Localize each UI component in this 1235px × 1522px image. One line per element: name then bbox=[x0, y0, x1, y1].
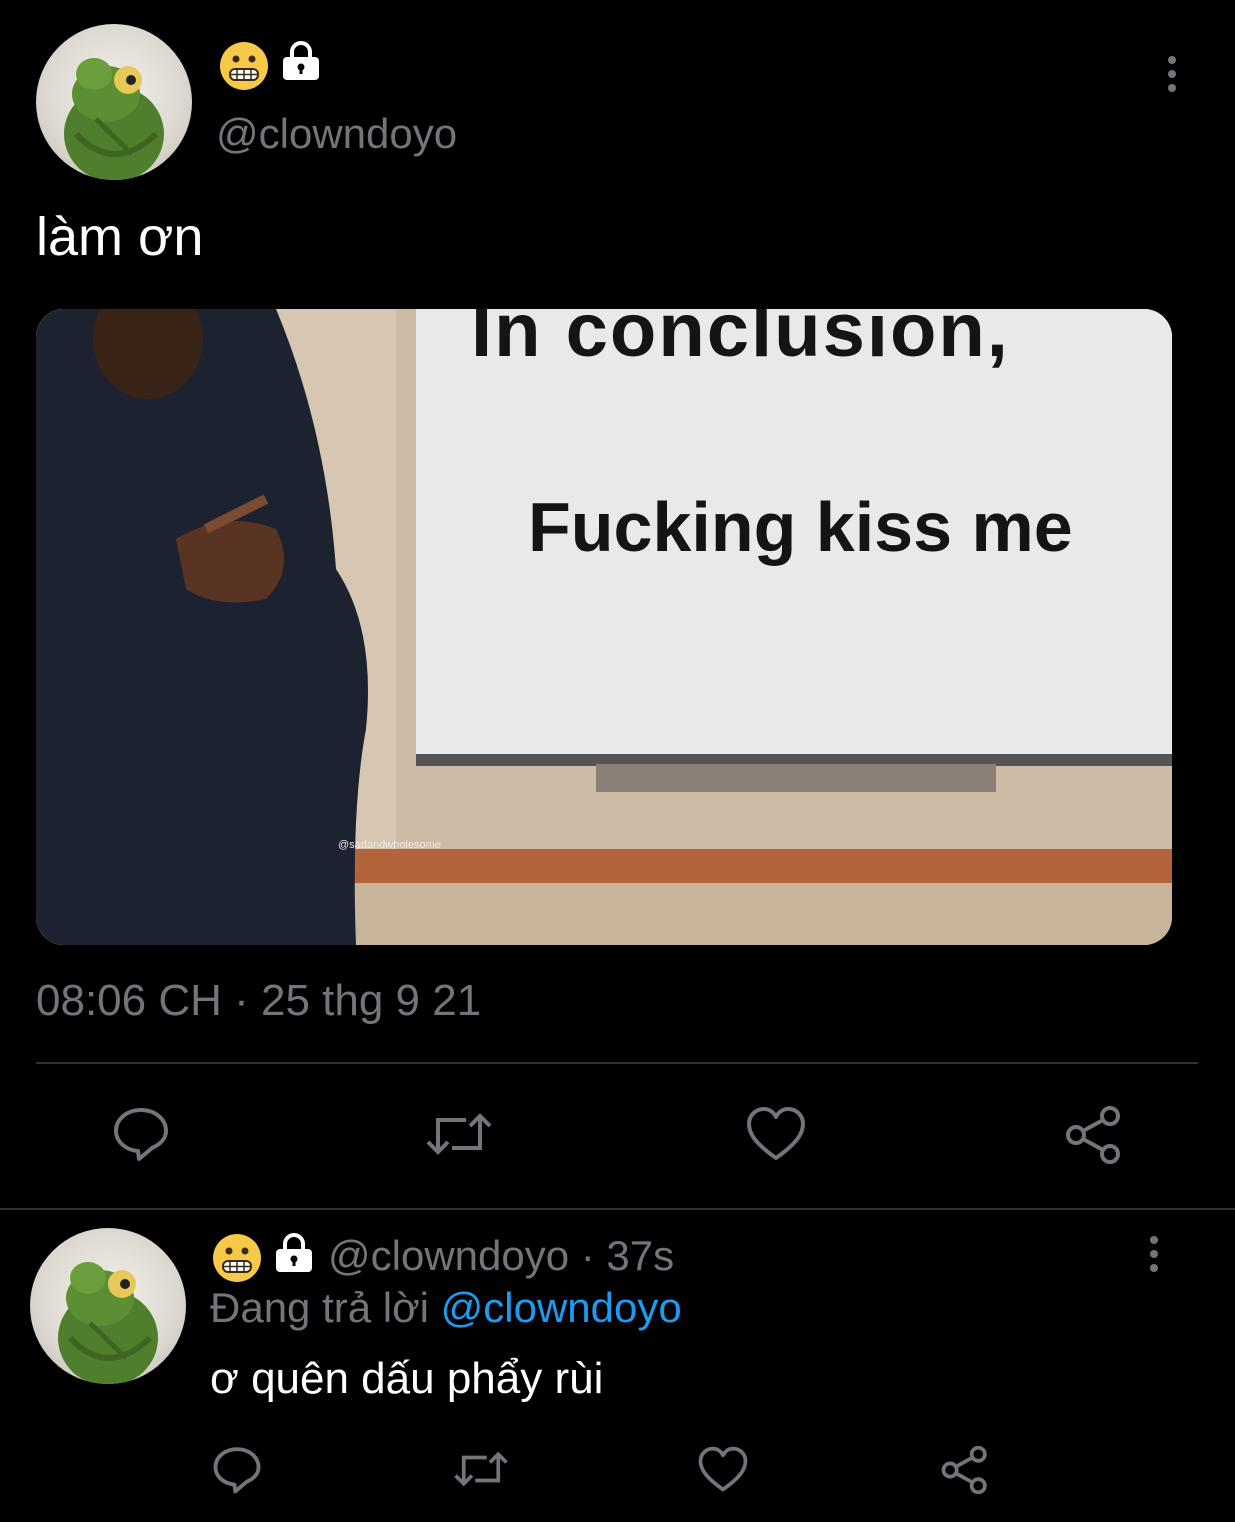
like-icon[interactable] bbox=[698, 1446, 748, 1493]
more-dot bbox=[1150, 1250, 1158, 1258]
meme-scene bbox=[36, 309, 1172, 945]
retweet-icon[interactable] bbox=[424, 1106, 494, 1162]
reply-header: @clowndoyo · 37s bbox=[328, 1232, 674, 1280]
tweet-media-image[interactable]: In conclusion, Fucking kiss me @sadandwh… bbox=[36, 309, 1172, 945]
replying-to-line: Đang trả lời @clowndoyo bbox=[210, 1284, 682, 1332]
meme-caption: Fucking kiss me bbox=[528, 488, 1073, 566]
grimacing-emoji-icon bbox=[211, 1232, 263, 1284]
tweet-text: làm ơn bbox=[36, 207, 204, 267]
grimacing-emoji-icon bbox=[218, 40, 270, 92]
reply-icon[interactable] bbox=[112, 1104, 170, 1162]
author-handle[interactable]: @clowndoyo bbox=[216, 110, 457, 158]
kermit-plush-image bbox=[64, 58, 164, 180]
more-dot bbox=[1150, 1264, 1158, 1272]
more-dot bbox=[1168, 70, 1176, 78]
like-icon[interactable] bbox=[746, 1106, 806, 1162]
divider bbox=[36, 1062, 1198, 1064]
lock-icon bbox=[273, 1232, 315, 1274]
reply-author-avatar[interactable] bbox=[30, 1228, 186, 1384]
reply-time[interactable]: · 37s bbox=[581, 1232, 674, 1279]
author-avatar[interactable] bbox=[36, 24, 192, 180]
more-dot bbox=[1150, 1236, 1158, 1244]
replying-to-link[interactable]: @clowndoyo bbox=[441, 1284, 682, 1331]
share-icon[interactable] bbox=[940, 1446, 990, 1494]
more-dot bbox=[1168, 84, 1176, 92]
tweet-timestamp[interactable]: 08:06 CH · 25 thg 9 21 bbox=[36, 976, 481, 1026]
meme-headline: In conclusion, bbox=[471, 309, 1010, 373]
section-divider bbox=[0, 1208, 1235, 1210]
reply-text: ơ quên dấu phẩy rùi bbox=[210, 1354, 604, 1403]
kermit-plush-image bbox=[58, 1262, 158, 1384]
lock-icon bbox=[280, 40, 322, 82]
meme-watermark: @sadandwholesome bbox=[338, 839, 441, 851]
more-dot bbox=[1168, 56, 1176, 64]
reply-more-options-button[interactable] bbox=[1140, 1236, 1168, 1276]
reply-author-handle[interactable]: @clowndoyo bbox=[328, 1232, 569, 1279]
retweet-icon[interactable] bbox=[452, 1446, 510, 1492]
replying-label: Đang trả lời bbox=[210, 1284, 429, 1331]
reply-icon[interactable] bbox=[212, 1444, 262, 1494]
more-options-button[interactable] bbox=[1158, 56, 1186, 96]
share-icon[interactable] bbox=[1064, 1106, 1124, 1164]
